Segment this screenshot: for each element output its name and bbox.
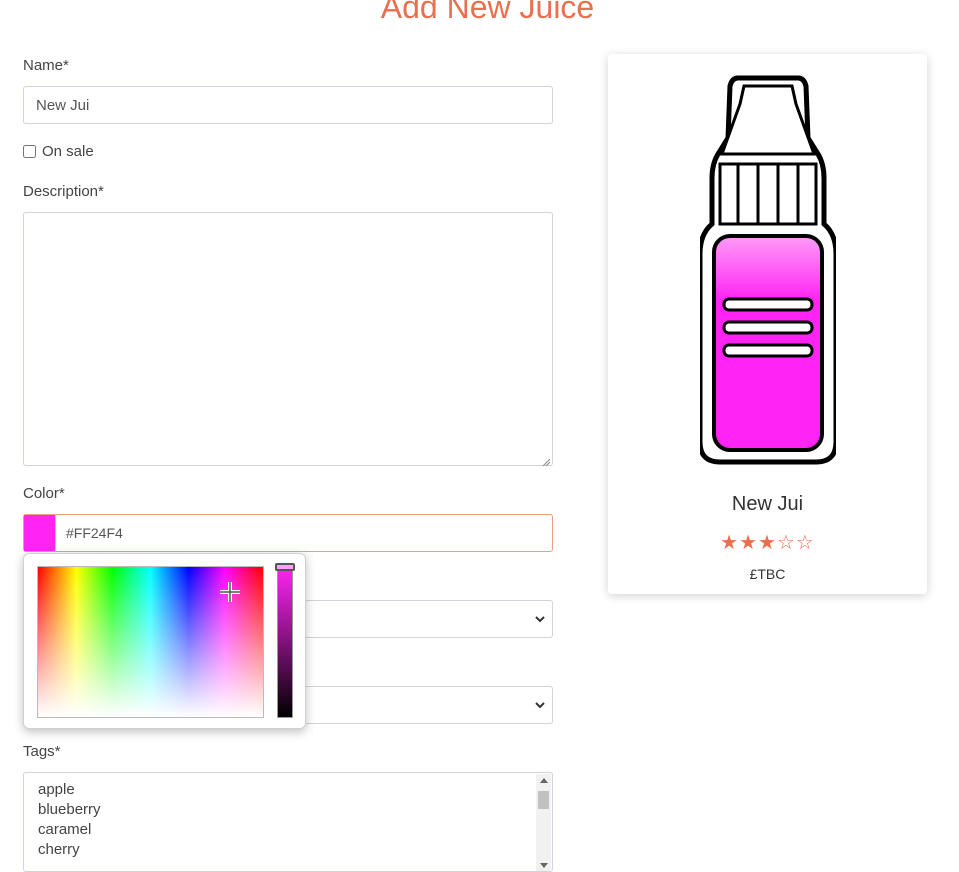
crosshair-icon[interactable]	[219, 581, 241, 603]
saturation-value-area[interactable]	[37, 566, 264, 718]
juice-bottle-icon	[700, 75, 836, 465]
on-sale-label: On sale	[42, 143, 94, 160]
name-label: Name*	[23, 57, 69, 74]
color-field[interactable]	[23, 514, 553, 552]
tag-option[interactable]: caramel	[24, 820, 552, 840]
tag-option[interactable]: blueberry	[24, 800, 552, 820]
chevron-down-icon	[535, 616, 545, 623]
tag-option[interactable]: cherry	[24, 840, 552, 860]
juice-preview-card: New Jui ★★★☆☆ £TBC	[608, 54, 927, 594]
color-input[interactable]	[55, 515, 552, 551]
on-sale-checkbox-row[interactable]: On sale	[23, 143, 94, 160]
on-sale-checkbox[interactable]	[23, 145, 36, 158]
description-textarea[interactable]	[23, 212, 553, 466]
tags-label: Tags*	[23, 743, 61, 760]
chevron-down-icon	[535, 702, 545, 709]
card-price: £TBC	[749, 566, 786, 582]
textarea-resize-grip[interactable]	[541, 454, 551, 467]
tag-option[interactable]: apple	[24, 780, 552, 800]
page-title: Add New Juice	[380, 0, 595, 25]
color-label: Color*	[23, 485, 65, 502]
description-label: Description*	[23, 183, 104, 200]
name-input[interactable]	[23, 86, 553, 124]
card-juice-name: New Jui	[731, 493, 804, 515]
scroll-up-arrow-icon[interactable]	[540, 778, 548, 783]
slider-handle[interactable]	[275, 563, 295, 571]
tags-scrollbar[interactable]	[536, 774, 551, 871]
scroll-down-arrow-icon[interactable]	[540, 863, 548, 868]
color-picker-popup[interactable]	[23, 553, 306, 729]
color-swatch[interactable]	[24, 515, 55, 551]
star-rating: ★★★☆☆	[720, 532, 815, 554]
scroll-thumb[interactable]	[538, 791, 549, 809]
tags-multiselect[interactable]: apple blueberry caramel cherry	[23, 772, 553, 872]
value-slider[interactable]	[275, 563, 295, 718]
